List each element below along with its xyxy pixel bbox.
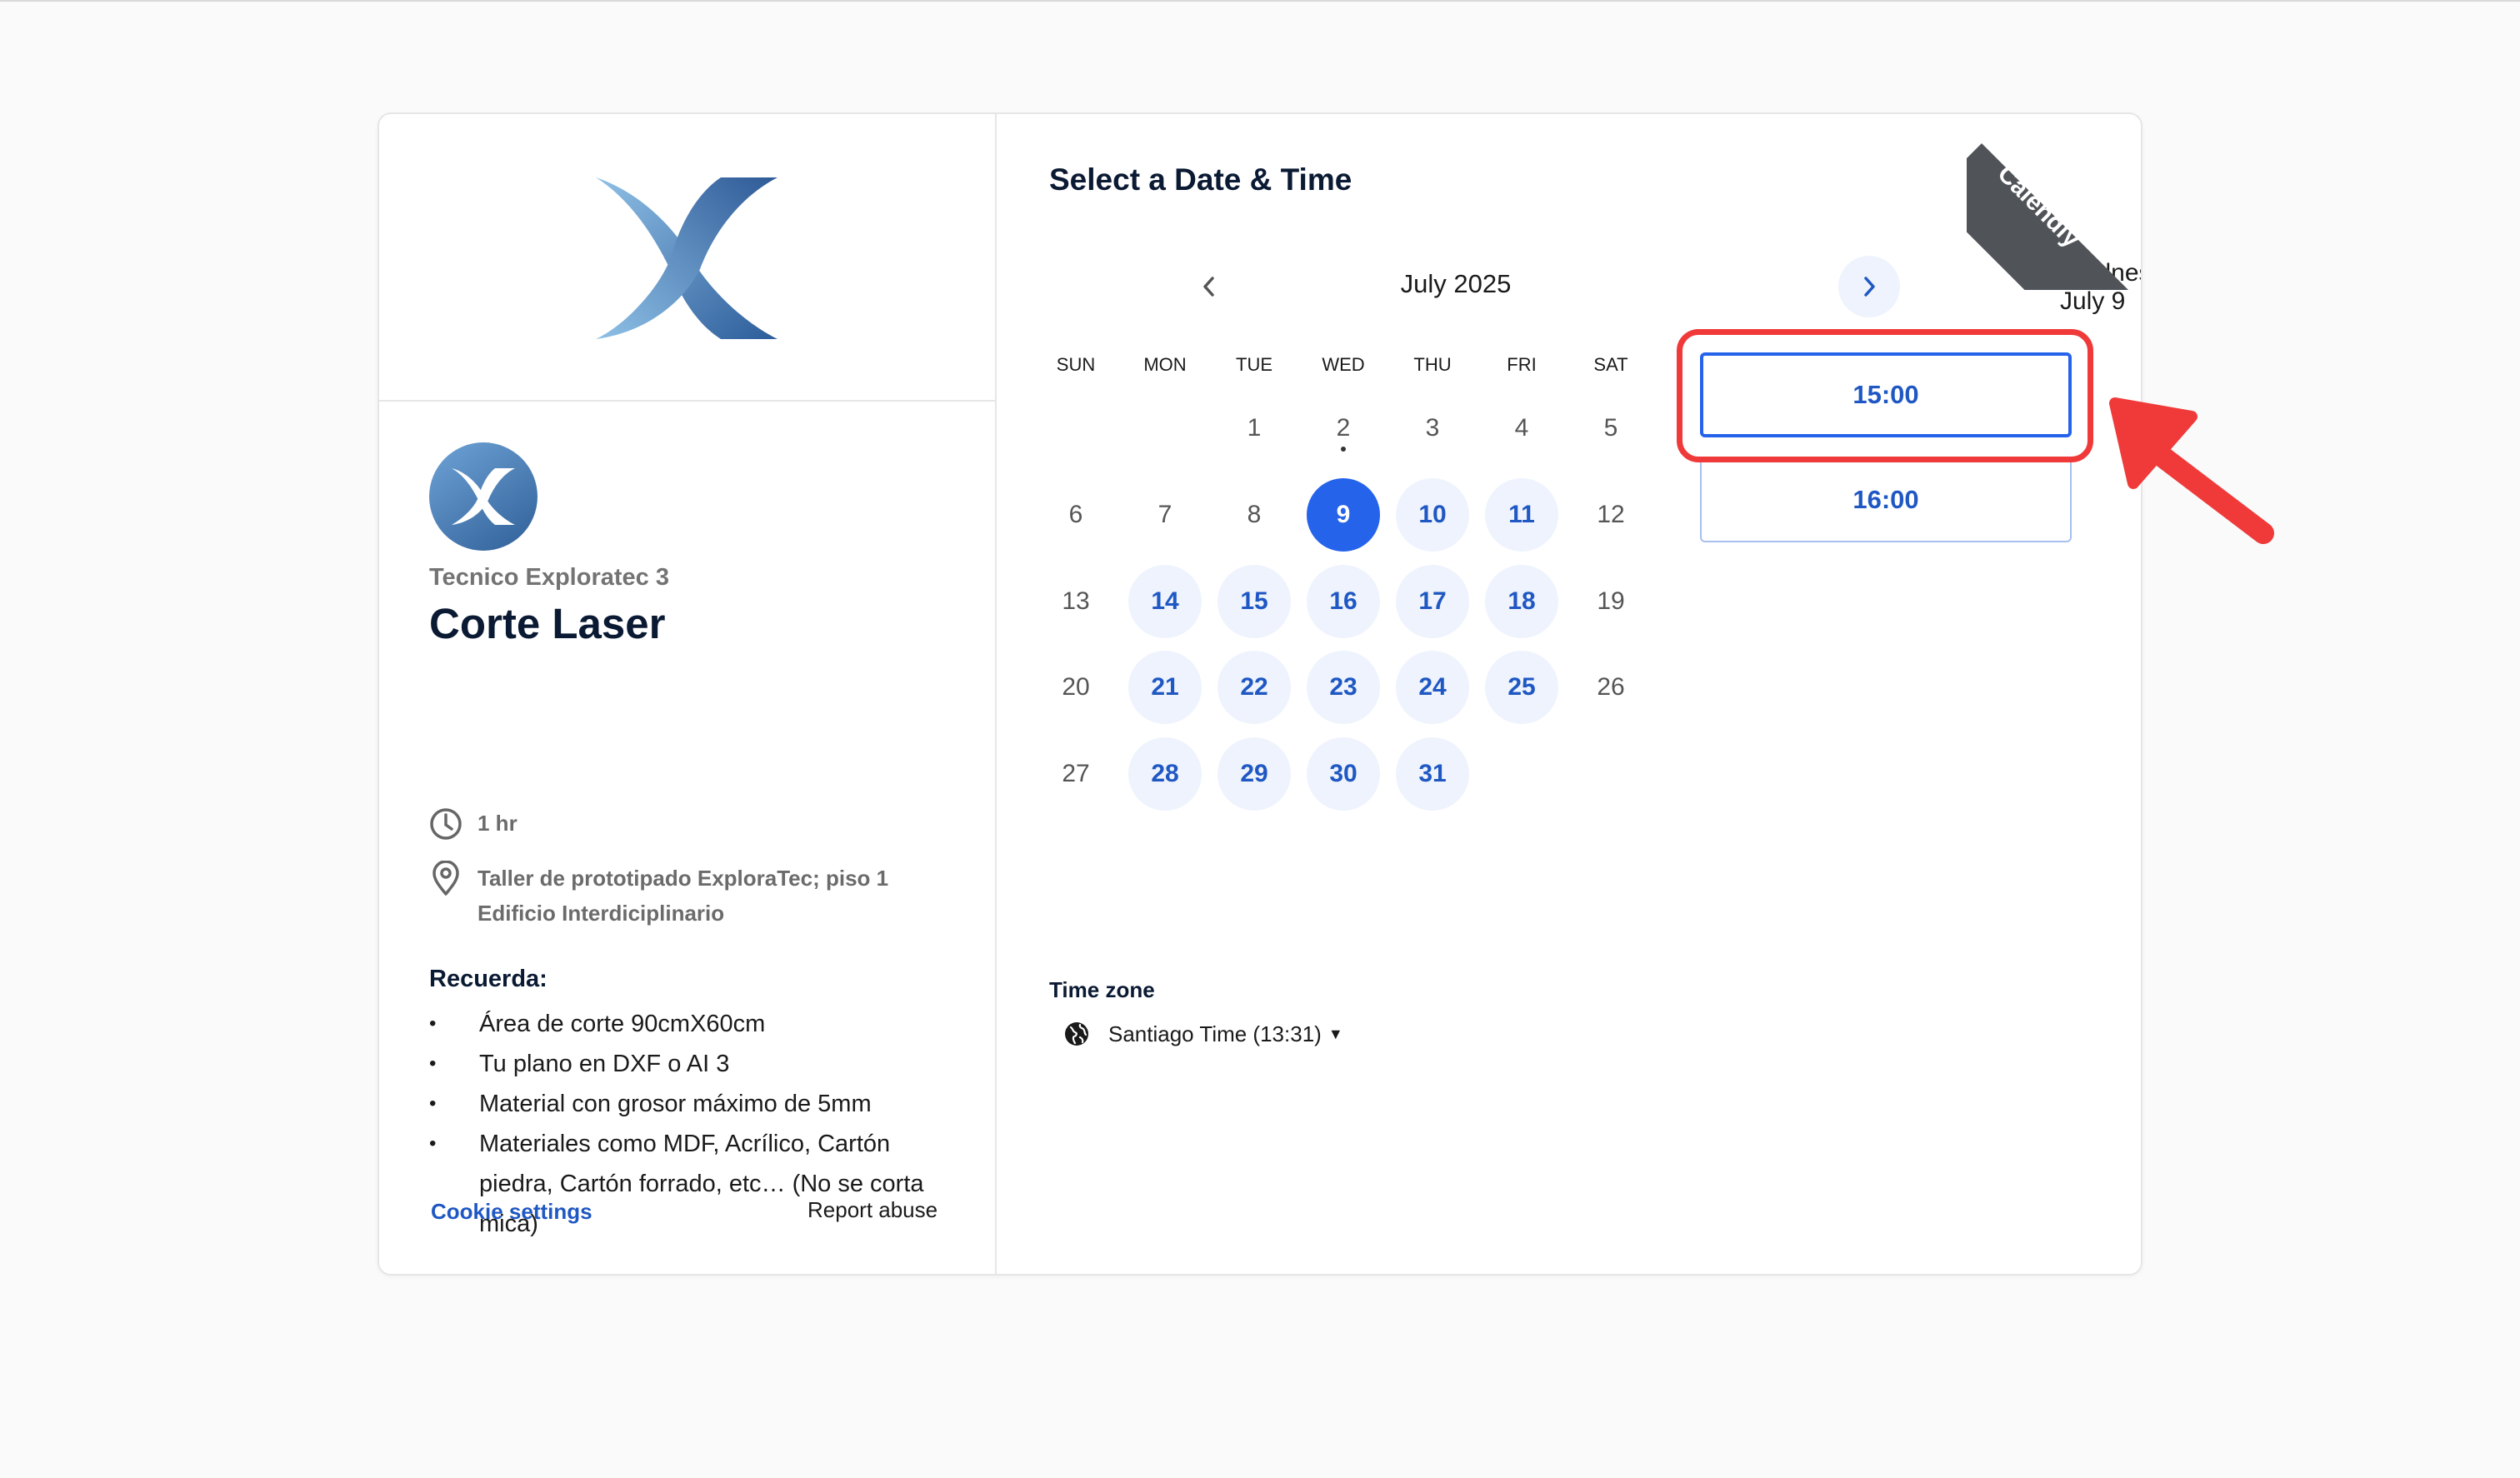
calendar-day: 5	[1603, 414, 1618, 442]
cookie-settings-link[interactable]: Cookie settings	[431, 1199, 592, 1225]
calendar-day-selected[interactable]: 9	[1307, 478, 1380, 552]
exploratec-logo	[596, 177, 778, 339]
globe-icon	[1065, 1022, 1088, 1046]
location-pin-icon	[432, 861, 459, 896]
month-label: July 2025	[1400, 269, 1512, 298]
chevron-right-icon	[1864, 277, 1875, 297]
annotation-arrow-icon	[2109, 397, 2274, 544]
calendar-day: 27	[1062, 760, 1090, 787]
booking-card: Tecnico Exploratec 3 Corte Laser 1 hr Ta…	[378, 112, 2142, 1276]
logo-area	[379, 114, 995, 402]
clock-icon	[430, 808, 462, 840]
calendar-day[interactable]: 23	[1307, 651, 1380, 724]
remember-heading: Recuerda:	[429, 966, 548, 992]
avatar-logo-icon	[452, 468, 515, 525]
top-border	[0, 0, 2520, 2]
location-row: Taller de prototipado ExploraTec; piso 1…	[429, 861, 944, 931]
calendar-day[interactable]: 10	[1396, 478, 1469, 552]
location-line-1: Taller de prototipado ExploraTec; piso 1	[478, 866, 889, 891]
timezone-title: Time zone	[1049, 977, 1155, 1002]
calendar-day: 26	[1597, 673, 1625, 701]
calendar-day[interactable]: 16	[1307, 565, 1380, 638]
organizer-avatar	[429, 442, 538, 551]
weekday-label: WED	[1322, 354, 1365, 375]
location-line-2: Edificio Interdiciplinario	[478, 901, 725, 926]
calendar-day: 1	[1247, 414, 1262, 442]
calendar-day[interactable]: 14	[1128, 565, 1202, 638]
event-title: Corte Laser	[429, 600, 666, 647]
note-item: Área de corte 90cmX60cm	[429, 1004, 946, 1044]
calendar-day[interactable]: 18	[1485, 565, 1558, 638]
calendar-day[interactable]: 17	[1396, 565, 1469, 638]
calendar-day: 12	[1597, 501, 1625, 528]
weekday-label: MON	[1143, 354, 1187, 375]
organizer-name: Tecnico Exploratec 3	[429, 564, 669, 591]
calendar-day[interactable]: 24	[1396, 651, 1469, 724]
weekday-label: TUE	[1236, 354, 1272, 375]
calendar-day[interactable]: 15	[1218, 565, 1291, 638]
chevron-left-icon	[1203, 277, 1214, 297]
calendar-day: 13	[1062, 587, 1090, 615]
next-month-button[interactable]	[1838, 256, 1900, 317]
note-item: Tu plano en DXF o AI 3	[429, 1044, 946, 1084]
duration-text: 1 hr	[478, 811, 518, 836]
calendar-day: 2	[1307, 392, 1380, 465]
annotation-highlight-box	[1677, 329, 2093, 462]
report-abuse-link[interactable]: Report abuse	[808, 1197, 938, 1223]
timezone-value: Santiago Time (13:31)	[1108, 1021, 1322, 1046]
calendar-day[interactable]: 31	[1396, 737, 1469, 811]
weekday-label: THU	[1413, 354, 1452, 375]
page-title: Select a Date & Time	[1049, 162, 1352, 197]
today-indicator-dot	[1341, 447, 1346, 452]
calendar-day[interactable]: 25	[1485, 651, 1558, 724]
location-text: Taller de prototipado ExploraTec; piso 1…	[478, 861, 944, 931]
duration-row: 1 hr	[429, 806, 518, 842]
calendar-day[interactable]: 11	[1485, 478, 1558, 552]
calendar-day[interactable]: 28	[1128, 737, 1202, 811]
note-item: Material con grosor máximo de 5mm	[429, 1084, 946, 1124]
calendar-day: 3	[1425, 414, 1440, 442]
calendar-day[interactable]: 29	[1218, 737, 1291, 811]
weekday-label: SUN	[1056, 354, 1096, 375]
timezone-selector[interactable]: Santiago Time (13:31) ▼	[1063, 1021, 1343, 1047]
calendar-day: 4	[1514, 414, 1529, 442]
calendar-day[interactable]: 21	[1128, 651, 1202, 724]
calendar-day: 8	[1247, 501, 1262, 528]
time-slot-button[interactable]: 16:00	[1700, 457, 2072, 542]
previous-month-button[interactable]	[1178, 256, 1240, 317]
caret-down-icon: ▼	[1328, 1025, 1343, 1042]
calendar-day: 19	[1597, 587, 1625, 615]
calendar-day: 20	[1062, 673, 1090, 701]
event-details-panel: Tecnico Exploratec 3 Corte Laser 1 hr Ta…	[379, 114, 997, 1274]
calendar-day: 7	[1158, 501, 1172, 528]
weekday-label: FRI	[1507, 354, 1537, 375]
weekday-label: SAT	[1593, 354, 1628, 375]
note-item: Materiales como MDF, Acrílico, Cartón pi…	[429, 1124, 946, 1244]
calendar-day: 6	[1068, 501, 1083, 528]
calendar-day[interactable]: 22	[1218, 651, 1291, 724]
calendar-day[interactable]: 30	[1307, 737, 1380, 811]
